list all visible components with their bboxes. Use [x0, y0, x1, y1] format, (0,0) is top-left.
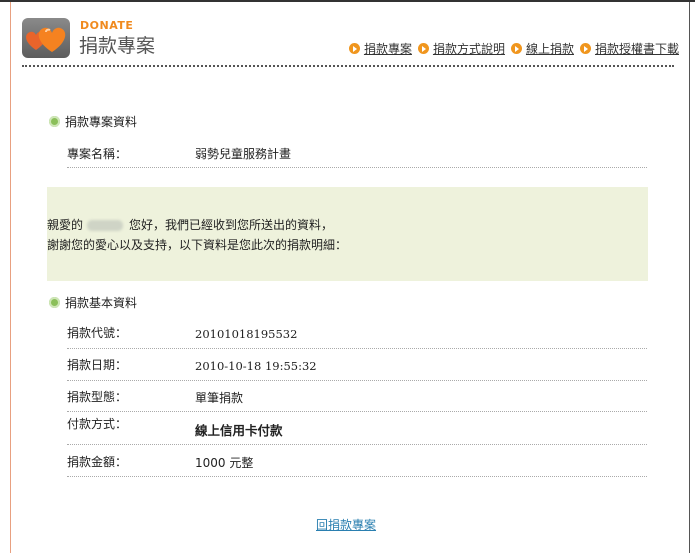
confirmation-notice: 親愛的 您好，我們已經收到您所送出的資料， 謝謝您的愛心以及支持，以下資料是您此次…: [47, 187, 648, 281]
field-label: 捐款金額：: [67, 455, 128, 469]
donation-type-row: 捐款型態： 單筆捐款: [67, 381, 647, 412]
redacted-name: [87, 220, 124, 231]
notice-line-2: 謝謝您的愛心以及支持，以下資料是您此次的捐款明細：: [47, 238, 348, 252]
nav-authorization-download[interactable]: 捐款授權書下載: [579, 40, 679, 57]
arrow-bullet-icon: [417, 43, 429, 54]
green-dot-icon: [49, 297, 60, 308]
field-label: 捐款日期：: [67, 358, 128, 372]
arrow-bullet-icon: [579, 43, 591, 54]
field-label: 付款方式：: [67, 417, 128, 431]
donation-id-value: 20101018195532: [195, 327, 298, 341]
project-name-value: 弱勢兒童服務計畫: [195, 147, 292, 161]
notice-line-1: 您好，我們已經收到您所送出的資料，: [129, 218, 334, 232]
donation-id-row: 捐款代號： 20101018195532: [67, 318, 647, 349]
project-section-title: 捐款專案資料: [49, 113, 137, 130]
payment-method-value: 線上信用卡付款: [195, 423, 283, 438]
arrow-bullet-icon: [510, 43, 522, 54]
right-border: [689, 2, 690, 553]
donation-date-value: 2010-10-18 19:55:32: [195, 359, 317, 373]
nav-online-donation[interactable]: 線上捐款: [510, 40, 574, 57]
nav-donation-methods[interactable]: 捐款方式說明: [417, 40, 505, 57]
field-label: 捐款代號：: [67, 326, 128, 340]
arrow-bullet-icon: [348, 43, 360, 54]
field-label: 捐款型態：: [67, 390, 128, 404]
back-to-projects-link[interactable]: 回捐款專案: [316, 516, 376, 533]
donation-type-value: 單筆捐款: [195, 391, 244, 405]
header-divider: [22, 65, 674, 67]
donation-date-row: 捐款日期： 2010-10-18 19:55:32: [67, 349, 647, 381]
payment-method-row: 付款方式： 線上信用卡付款: [67, 412, 647, 445]
project-name-row: 專案名稱： 弱勢兒童服務計畫: [67, 141, 647, 168]
basic-section-title: 捐款基本資料: [49, 294, 137, 311]
green-dot-icon: [49, 116, 60, 127]
left-border: [10, 2, 11, 553]
donation-amount-value: 1000 元整: [195, 456, 254, 470]
top-navigation: 捐款專案 捐款方式說明 線上捐款 捐款授權書下載: [348, 40, 679, 57]
field-label: 專案名稱：: [67, 147, 128, 161]
top-border: [0, 0, 695, 2]
notice-greeting: 親愛的: [47, 218, 84, 232]
heart-logo-icon: [22, 18, 70, 58]
nav-donation-projects[interactable]: 捐款專案: [348, 40, 412, 57]
brand-title: 捐款專案: [79, 35, 156, 57]
donation-amount-row: 捐款金額： 1000 元整: [67, 445, 647, 477]
